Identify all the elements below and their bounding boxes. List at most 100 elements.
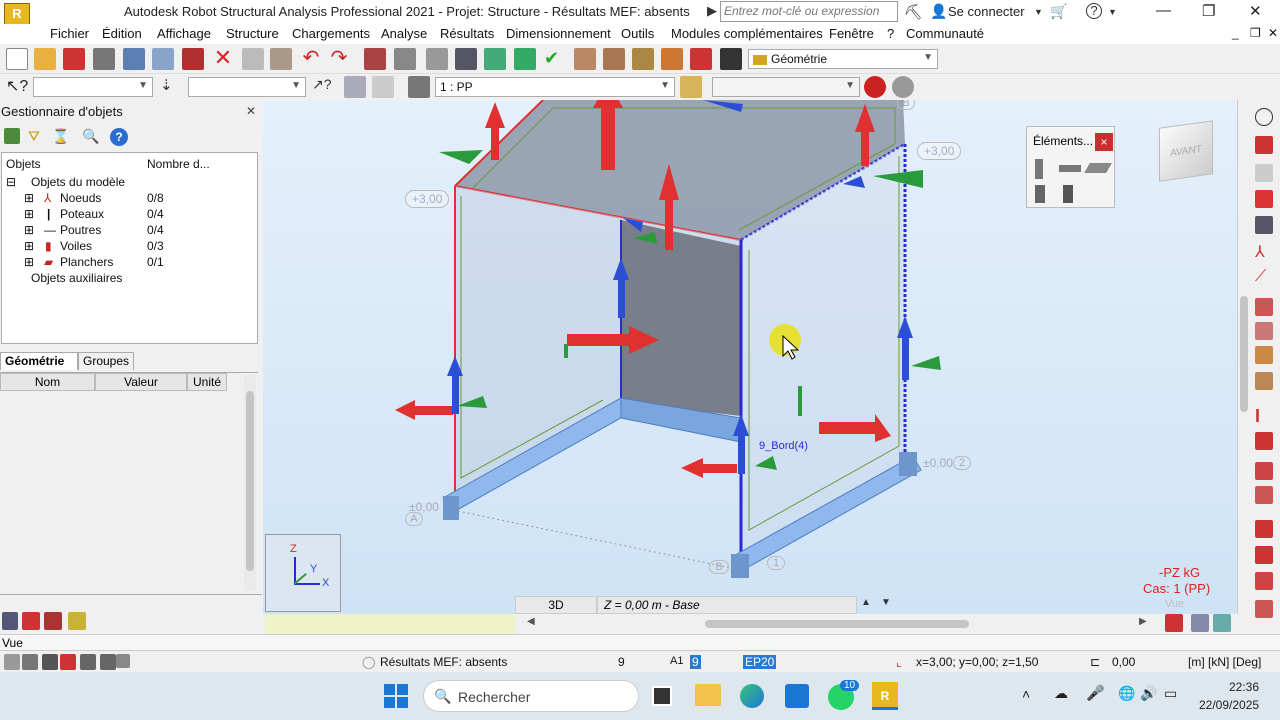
paste-icon[interactable] [270,48,292,70]
camera-icon[interactable] [182,48,204,70]
print-preview-icon[interactable] [123,48,145,70]
viewport-vertical-scrollbar[interactable] [1237,100,1250,614]
copy-icon[interactable] [242,48,264,70]
user-icon[interactable]: 👤 [930,3,947,20]
query-status-icon[interactable] [22,654,38,670]
material-icon[interactable] [1255,432,1273,450]
helmet-icon[interactable] [864,76,886,98]
search-icon[interactable]: 🔍 [82,128,99,144]
delete-icon[interactable]: ✕ [212,47,234,70]
menu-affichage[interactable]: Affichage [157,26,211,41]
view-display-icon[interactable] [1191,614,1209,632]
copy-status-icon[interactable] [100,654,116,670]
home-icon[interactable] [344,76,366,98]
menu-dimensionnement[interactable]: Dimensionnement [506,26,611,41]
level-down-icon[interactable]: ▼ [881,597,891,608]
cursor-icon[interactable]: ↖? [6,76,28,98]
arrow-right-icon[interactable]: ▶ [707,3,717,19]
tree-item-noeuds[interactable]: Noeuds [60,191,101,205]
mdi-restore-icon[interactable]: ❐ [1250,26,1261,40]
globe-icon[interactable]: 🌐 [1118,685,1135,702]
restore-icon[interactable]: ❐ [1202,2,1215,20]
expand-icon[interactable]: ⊞ [24,255,34,269]
check-icon[interactable]: ✔ [544,48,566,70]
tree-item-planchers[interactable]: Planchers [60,255,113,269]
menu-communaute[interactable]: Communauté [906,26,984,41]
display-icon[interactable] [1165,614,1183,632]
close-icon[interactable]: × [1095,133,1113,151]
robot-taskbar-icon[interactable]: R [872,682,898,710]
section-tool-icon[interactable] [1255,372,1273,390]
building-icon[interactable] [44,612,62,630]
windows-start-icon[interactable] [384,684,408,708]
cloud-icon[interactable]: ☁ [1054,685,1068,702]
mdi-close-icon[interactable]: ✕ [1268,26,1278,40]
support-icon[interactable] [680,76,702,98]
menu-help[interactable]: ? [887,26,894,41]
slab-tool-icon[interactable] [1084,163,1112,173]
taskbar-search[interactable]: 🔍 Rechercher [423,680,639,712]
help-icon[interactable]: ? [110,128,128,146]
scrollbar-thumb[interactable] [1240,296,1248,412]
minimize-icon[interactable]: — [1156,2,1171,19]
cable-icon[interactable] [1255,520,1273,538]
funnel-icon[interactable]: ⛛ [28,128,44,144]
rigid-link-icon[interactable] [1255,572,1273,590]
snap-icon[interactable] [514,48,536,70]
selection-tool-icon[interactable] [1255,190,1273,208]
node-tool-icon[interactable]: ⅄ [1255,242,1273,261]
release-tool-icon[interactable] [1255,346,1273,364]
menu-resultats[interactable]: Résultats [440,26,494,41]
expand-icon[interactable]: ⊞ [24,191,34,205]
horizontal-scrollbar-thumb[interactable] [705,620,969,628]
cube-status-icon[interactable] [116,654,130,668]
tree-tab-icon[interactable] [2,612,18,630]
store-icon[interactable] [785,684,809,708]
node-select-icon[interactable]: ⇣ [160,76,182,98]
load-case-icon[interactable] [408,76,430,98]
select-icon[interactable] [484,48,506,70]
binoculars-icon[interactable]: ⛏ [904,3,923,21]
menu-structure[interactable]: Structure [226,26,279,41]
flag-icon[interactable] [22,612,40,630]
sign-in-button[interactable]: Se connecter [948,4,1025,19]
redo-icon[interactable]: ↷ [328,48,350,70]
mesh-icon[interactable] [1255,546,1273,564]
help-icon[interactable]: ? [1086,3,1102,19]
expand-icon[interactable]: ⊞ [24,223,34,237]
wall-tool-icon[interactable] [1035,185,1045,203]
microphone-icon[interactable]: 🎤 [1086,684,1105,702]
units[interactable]: [m] [kN] [Deg] [1188,655,1261,669]
beam-tool-icon[interactable] [1059,165,1081,172]
measure-icon[interactable] [574,48,596,70]
vertical-scrollbar[interactable] [244,375,256,591]
selection-combo[interactable]: ▼ [33,77,153,97]
tree-root[interactable]: Objets du modèle [31,175,125,189]
new-file-icon[interactable] [6,48,28,70]
undo-icon[interactable]: ↶ [300,48,322,70]
expand-icon[interactable]: ⊟ [6,175,16,189]
open-folder-icon[interactable] [34,48,56,70]
expand-icon[interactable]: ⊞ [24,239,34,253]
menu-edition[interactable]: Édition [102,26,142,41]
menu-fenetre[interactable]: Fenêtre [829,26,874,41]
layout-combo[interactable]: Géométrie ▼ [748,49,938,69]
hourglass-icon[interactable]: ⌛ [52,128,69,144]
edge-browser-icon[interactable] [740,684,764,708]
wall-opening-tool-icon[interactable] [1063,185,1073,203]
bar-selection-combo[interactable]: ▼ [188,77,306,97]
chevron-down-icon[interactable]: ▼ [1108,7,1117,17]
scrollbar-thumb[interactable] [246,391,254,571]
bar-tool-icon[interactable] [1255,216,1273,234]
load-icon[interactable] [661,48,683,70]
close-icon[interactable]: ✕ [1249,2,1262,20]
settings-icon[interactable] [1255,108,1273,126]
chevron-up-icon[interactable]: ˄ [1022,686,1030,702]
tree-item-poteaux[interactable]: Poteaux [60,207,104,221]
layout-icon[interactable] [720,48,742,70]
tree-item-voiles[interactable]: Voiles [60,239,92,253]
link-icon[interactable] [892,76,914,98]
speaker-icon[interactable]: 🔊 [1140,685,1157,702]
structure-icon[interactable] [632,48,654,70]
load-case-combo[interactable]: 1 : PP ▼ [435,77,675,97]
